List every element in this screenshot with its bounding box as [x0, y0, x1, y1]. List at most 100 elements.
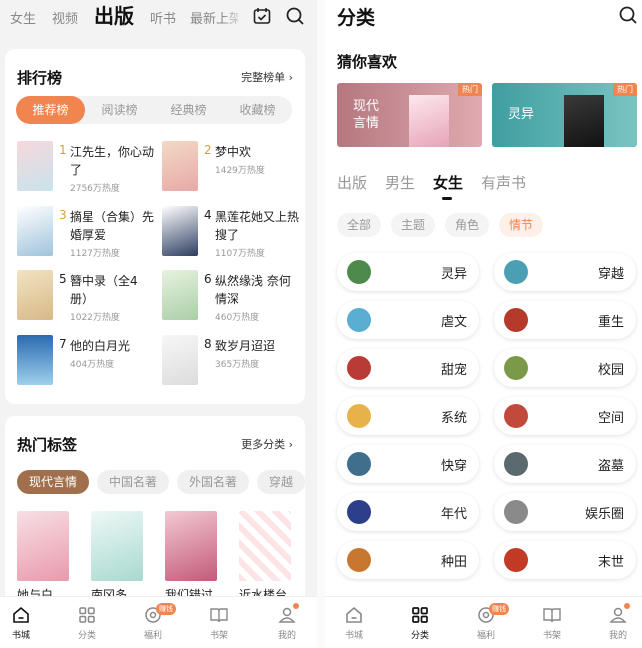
- category-pill[interactable]: 虐文: [337, 301, 479, 339]
- nav-tab-audio[interactable]: 听书: [150, 8, 176, 27]
- category-pill[interactable]: 重生: [494, 301, 636, 339]
- tab-label: 我的: [277, 631, 296, 641]
- bottom-tab-bar: 书城 分类 赚钱 福利 书架 我的: [325, 596, 642, 648]
- tab-female[interactable]: 女生: [433, 172, 463, 200]
- rank-number: 8: [204, 337, 212, 351]
- rank-item[interactable]: 8 致岁月迢迢 365万热度: [162, 335, 302, 391]
- banner-label: 灵异: [508, 107, 535, 122]
- notification-dot: [293, 603, 299, 609]
- filter-theme[interactable]: 主题: [391, 213, 436, 237]
- category-pill[interactable]: 穿越: [494, 253, 636, 291]
- book-cover: [162, 335, 198, 385]
- category-pill[interactable]: 娱乐圈: [494, 493, 636, 531]
- category-label: 虐文: [440, 315, 467, 330]
- nav-tab-publish[interactable]: 出版: [94, 0, 134, 29]
- search-icon[interactable]: [285, 6, 305, 26]
- book-heat: 1107万热度: [215, 249, 265, 259]
- book-title: 他的白月光: [70, 339, 131, 353]
- rank-number: 5: [59, 272, 67, 286]
- tab-bookstore[interactable]: 书城: [329, 605, 379, 641]
- book-cover[interactable]: [165, 511, 217, 581]
- nav-fade: [222, 0, 246, 32]
- category-pill[interactable]: 空间: [494, 397, 636, 435]
- book-cover: [162, 206, 198, 256]
- tab-mine[interactable]: 我的: [593, 603, 642, 641]
- tab-bookstore[interactable]: 书城: [0, 605, 46, 641]
- nav-tab-video[interactable]: 视频: [52, 8, 78, 27]
- rank-item[interactable]: 4 黑莲花她又上热搜了 1107万热度: [162, 206, 302, 262]
- banner-supernatural[interactable]: 灵异 热门: [492, 83, 637, 147]
- tab-read[interactable]: 阅读榜: [85, 96, 154, 124]
- category-pill[interactable]: 校园: [494, 349, 636, 387]
- rank-number: 3: [59, 208, 67, 222]
- category-icon: [347, 500, 371, 524]
- filter-plot[interactable]: 情节: [499, 213, 544, 237]
- category-pill[interactable]: 快穿: [337, 445, 479, 483]
- category-pill[interactable]: 末世: [494, 541, 636, 579]
- book-cover[interactable]: [239, 511, 291, 581]
- category-icon: [347, 548, 371, 572]
- category-icon: [504, 260, 528, 284]
- book-cover: [17, 335, 53, 385]
- calendar-check-icon[interactable]: [252, 6, 272, 26]
- tab-label: 书城: [344, 631, 363, 641]
- category-pill[interactable]: 盗墓: [494, 445, 636, 483]
- book-heat: 1022万热度: [70, 313, 120, 323]
- rank-item[interactable]: 2 梦中欢 1429万热度: [162, 141, 302, 197]
- filter-all[interactable]: 全部: [337, 213, 382, 237]
- ranking-title: 排行榜: [17, 69, 63, 87]
- rank-item[interactable]: 3 摘星（合集）先婚厚爱 1127万热度: [17, 206, 157, 262]
- tab-category[interactable]: 分类: [62, 605, 112, 641]
- nav-tab-female[interactable]: 女生: [10, 8, 36, 27]
- category-icon: [504, 404, 528, 428]
- book-cover[interactable]: [17, 511, 69, 581]
- tab-bookshelf[interactable]: 书架: [527, 605, 577, 641]
- book-heat: 1429万热度: [215, 166, 265, 176]
- banner-modern-romance[interactable]: 现代 言情 热门: [337, 83, 482, 147]
- tab-recommend[interactable]: 推荐榜: [16, 96, 85, 124]
- rank-item[interactable]: 1 江先生，你心动了 2756万热度: [17, 141, 157, 197]
- rank-item[interactable]: 6 纵然缘浅 奈何情深 460万热度: [162, 270, 302, 326]
- tag-chip[interactable]: 现代言情: [17, 470, 90, 494]
- search-icon[interactable]: [618, 5, 638, 25]
- tab-classic[interactable]: 经典榜: [154, 96, 223, 124]
- category-label: 校园: [597, 363, 624, 378]
- tab-category[interactable]: 分类: [395, 605, 445, 641]
- tab-male[interactable]: 男生: [385, 172, 415, 193]
- category-pill[interactable]: 系统: [337, 397, 479, 435]
- full-list-link[interactable]: 完整榜单 ›: [241, 69, 293, 85]
- book-cover: [564, 95, 604, 147]
- tab-welfare[interactable]: 赚钱 福利: [461, 603, 511, 641]
- rank-item[interactable]: 7 他的白月光 404万热度: [17, 335, 157, 391]
- rank-item[interactable]: 5 簪中录（全4册） 1022万热度: [17, 270, 157, 326]
- tab-bookshelf[interactable]: 书架: [194, 605, 244, 641]
- book-title: 黑莲花她又上热搜了: [215, 210, 300, 242]
- category-pill[interactable]: 种田: [337, 541, 479, 579]
- book-cover: [17, 270, 53, 320]
- category-pill[interactable]: 甜宠: [337, 349, 479, 387]
- category-icon: [504, 500, 528, 524]
- banner-label: 现代 言情: [353, 99, 380, 131]
- category-pill[interactable]: 灵异: [337, 253, 479, 291]
- tab-audiobook[interactable]: 有声书: [481, 172, 526, 193]
- category-label: 重生: [597, 315, 624, 330]
- genre-tabs: 出版 男生 女生 有声书: [337, 172, 526, 200]
- hot-badge: 热门: [458, 83, 482, 96]
- category-pill[interactable]: 年代: [337, 493, 479, 531]
- tag-chip[interactable]: 中国名著: [97, 470, 170, 494]
- tab-publish[interactable]: 出版: [337, 172, 367, 193]
- more-categories-link[interactable]: 更多分类 ›: [241, 436, 293, 452]
- book-cover[interactable]: [91, 511, 143, 581]
- tab-welfare[interactable]: 赚钱 福利: [128, 603, 178, 641]
- book-title: 摘星（合集）先婚厚爱: [70, 210, 155, 242]
- tab-label: 福利: [143, 631, 162, 641]
- tab-mine[interactable]: 我的: [262, 603, 312, 641]
- filter-role[interactable]: 角色: [445, 213, 490, 237]
- book-cover: [409, 95, 449, 147]
- section-title: 猜你喜欢: [337, 53, 398, 71]
- tab-label: 福利: [476, 631, 495, 641]
- tab-favorite[interactable]: 收藏榜: [223, 96, 292, 124]
- tag-chip[interactable]: 外国名著: [177, 470, 250, 494]
- grid-icon: [412, 607, 428, 623]
- tag-chip[interactable]: 穿越: [257, 470, 305, 494]
